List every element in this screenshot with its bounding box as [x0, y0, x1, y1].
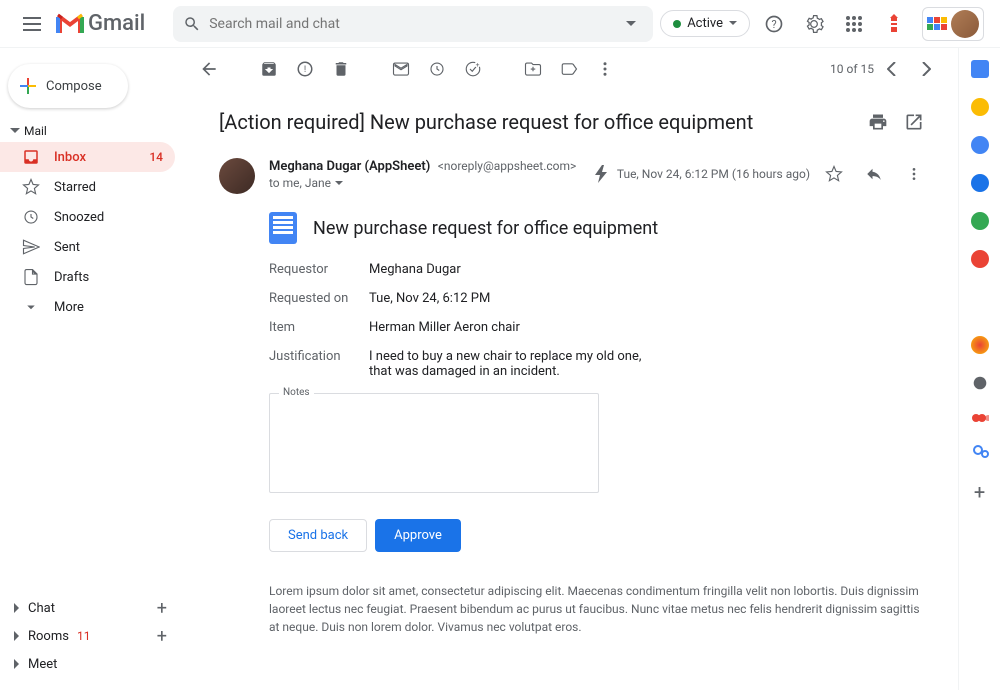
- field-label: Requested on: [269, 291, 369, 306]
- next-button[interactable]: [910, 53, 942, 85]
- sidebar-item-inbox[interactable]: Inbox 14: [0, 142, 175, 172]
- svg-text:?: ?: [771, 18, 776, 31]
- gmail-logo[interactable]: Gmail: [56, 11, 145, 36]
- subject: [Action required] New purchase request f…: [219, 110, 753, 134]
- addon-icon-4[interactable]: [971, 444, 989, 460]
- sender-avatar: [219, 158, 255, 194]
- back-button[interactable]: [191, 53, 227, 85]
- calendar-icon[interactable]: [971, 60, 989, 78]
- account-switcher[interactable]: [922, 7, 984, 41]
- reply-button[interactable]: [858, 158, 890, 190]
- field-label: Item: [269, 320, 369, 335]
- field-label: Justification: [269, 349, 369, 379]
- pager-text: 10 of 15: [830, 62, 874, 76]
- archive-button[interactable]: [251, 53, 287, 85]
- compose-button[interactable]: Compose: [8, 64, 128, 108]
- clock-icon: [22, 208, 40, 226]
- addon-icon-1[interactable]: [971, 336, 989, 354]
- dynamic-icon: [595, 165, 609, 183]
- field-label: Requestor: [269, 262, 369, 277]
- meet-section[interactable]: Meet: [0, 650, 175, 678]
- chat-section[interactable]: Chat +: [0, 594, 175, 622]
- body-text: Lorem ipsum dolor sit amet, consectetur …: [269, 582, 929, 636]
- sender-email: <noreply@appsheet.com>: [438, 159, 577, 173]
- add-room-icon[interactable]: +: [157, 626, 167, 647]
- addon-icon-2[interactable]: [973, 377, 986, 390]
- mail-section-header[interactable]: Mail: [0, 120, 175, 142]
- clipboard-icon: [269, 212, 297, 244]
- keep-icon[interactable]: [971, 98, 989, 116]
- svg-text:!: !: [304, 65, 306, 75]
- apps-icon[interactable]: [838, 8, 870, 40]
- sidebar-item-drafts[interactable]: Drafts: [0, 262, 175, 292]
- avatar: [951, 10, 979, 38]
- addon-icon-3[interactable]: [971, 412, 989, 424]
- lighthouse-icon[interactable]: [878, 8, 910, 40]
- spam-button[interactable]: !: [287, 53, 323, 85]
- snooze-button[interactable]: [419, 53, 455, 85]
- chevron-right-icon: [12, 603, 22, 613]
- recipients[interactable]: to me, Jane: [269, 176, 595, 190]
- more-button[interactable]: [587, 53, 623, 85]
- search-icon: [183, 15, 201, 33]
- card-title: New purchase request for office equipmen…: [313, 218, 658, 239]
- plus-icon: [20, 78, 36, 94]
- settings-icon[interactable]: [798, 8, 830, 40]
- chevron-down-icon: [10, 128, 20, 134]
- add-addon-button[interactable]: +: [974, 480, 985, 504]
- timestamp: Tue, Nov 24, 6:12 PM (16 hours ago): [617, 167, 810, 181]
- status-label: Active: [687, 16, 723, 31]
- search-box[interactable]: [173, 6, 653, 42]
- contacts-icon[interactable]: [971, 174, 989, 192]
- help-icon[interactable]: ?: [758, 8, 790, 40]
- field-value: I need to buy a new chair to replace my …: [369, 349, 649, 379]
- delete-button[interactable]: [323, 53, 359, 85]
- svg-text:+: +: [476, 61, 480, 69]
- field-value: Herman Miller Aeron chair: [369, 320, 930, 335]
- send-icon: [22, 238, 40, 256]
- main-menu-button[interactable]: [12, 4, 52, 44]
- label-button[interactable]: [551, 53, 587, 85]
- status-dot: [673, 20, 681, 28]
- notes-input[interactable]: [269, 393, 599, 493]
- logo-text: Gmail: [88, 11, 145, 36]
- status-chip[interactable]: Active: [660, 10, 750, 37]
- send-back-button[interactable]: Send back: [269, 519, 367, 552]
- sidebar-item-starred[interactable]: Starred: [0, 172, 175, 202]
- voice-icon[interactable]: [971, 212, 989, 230]
- sidebar-item-sent[interactable]: Sent: [0, 232, 175, 262]
- chevron-down-icon: [335, 181, 343, 186]
- search-input[interactable]: [209, 16, 619, 32]
- add-task-button[interactable]: +: [455, 53, 491, 85]
- sidebar-item-more[interactable]: More: [0, 292, 175, 322]
- field-value: Tue, Nov 24, 6:12 PM: [369, 291, 930, 306]
- star-button[interactable]: [818, 158, 850, 190]
- mark-unread-button[interactable]: [383, 53, 419, 85]
- search-options-icon[interactable]: [619, 21, 643, 27]
- open-new-button[interactable]: [898, 106, 930, 138]
- prev-button[interactable]: [876, 53, 908, 85]
- move-button[interactable]: [515, 53, 551, 85]
- chevron-right-icon: [12, 631, 22, 641]
- notes-label: Notes: [279, 387, 314, 398]
- inbox-icon: [22, 148, 40, 166]
- org-logo: [927, 17, 947, 30]
- sidebar-item-snoozed[interactable]: Snoozed: [0, 202, 175, 232]
- chevron-down-icon: [22, 298, 40, 316]
- rooms-section[interactable]: Rooms 11 +: [0, 622, 175, 650]
- star-icon: [22, 178, 40, 196]
- sender-name: Meghana Dugar (AppSheet): [269, 159, 430, 174]
- tasks-icon[interactable]: [971, 136, 989, 154]
- field-value: Meghana Dugar: [369, 262, 930, 277]
- chevron-down-icon: [729, 21, 737, 26]
- file-icon: [22, 268, 40, 286]
- approve-button[interactable]: Approve: [375, 519, 461, 552]
- chevron-right-icon: [12, 659, 22, 669]
- message-more-button[interactable]: [898, 158, 930, 190]
- print-button[interactable]: [862, 106, 894, 138]
- maps-icon[interactable]: [971, 250, 989, 268]
- add-chat-icon[interactable]: +: [157, 598, 167, 619]
